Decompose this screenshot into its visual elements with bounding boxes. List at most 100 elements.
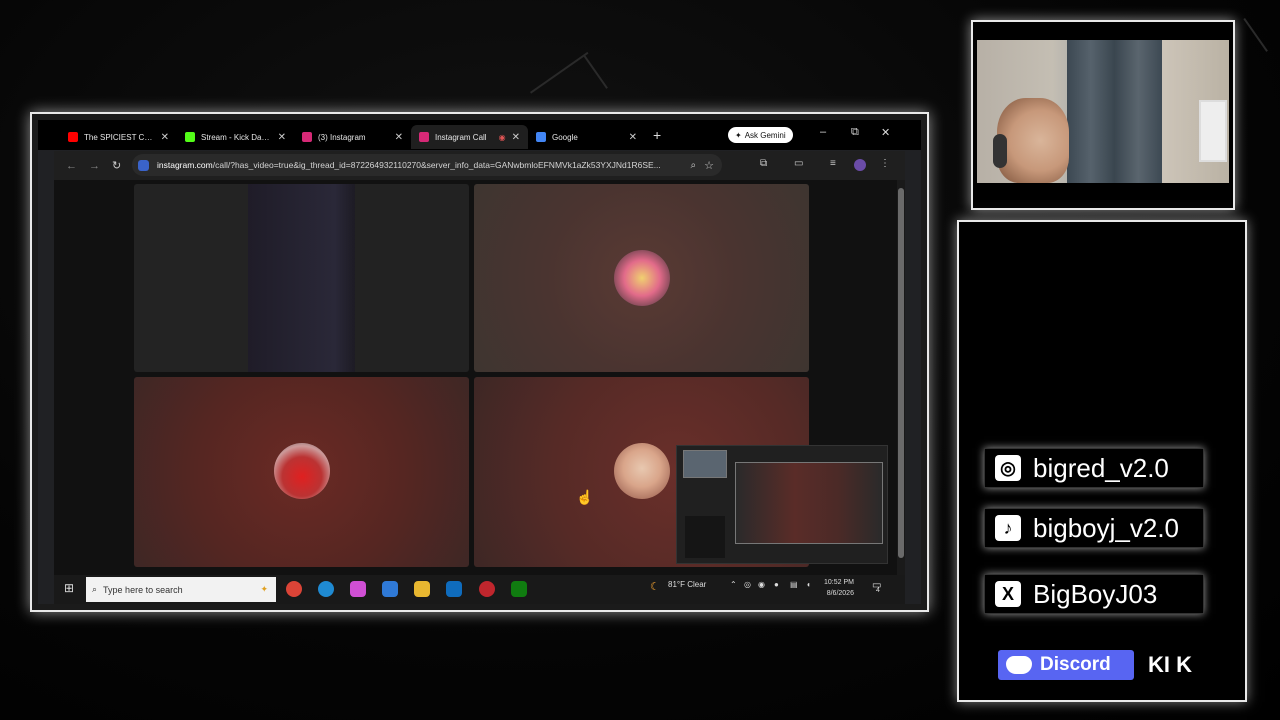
- copilot-icon[interactable]: [350, 581, 366, 597]
- microphone-icon[interactable]: ●: [774, 580, 779, 589]
- zoom-icon[interactable]: ⌕: [691, 160, 697, 171]
- headset: [993, 134, 1007, 168]
- url-text: instagram.com/call/?has_video=true&ig_th…: [157, 160, 683, 170]
- instagram-icon: [302, 132, 312, 142]
- profile-avatar[interactable]: [854, 159, 866, 171]
- tab-title: Instagram Call: [435, 132, 487, 142]
- mouse-cursor-icon: ☝: [576, 489, 594, 505]
- instagram-icon: [419, 132, 429, 142]
- weather-text[interactable]: 81°F Clear: [668, 580, 706, 589]
- kick-logo: KI K: [1148, 652, 1192, 677]
- restore-button[interactable]: ⧉: [851, 126, 859, 139]
- bookmark-star-icon[interactable]: ☆: [704, 159, 714, 172]
- ask-gemini-button[interactable]: ✦ Ask Gemini: [728, 127, 793, 143]
- edge-icon[interactable]: [318, 581, 334, 597]
- wall-frame: [1199, 100, 1227, 162]
- tab-title: (3) Instagram: [318, 132, 366, 142]
- close-tab-icon[interactable]: ✕: [512, 132, 520, 143]
- xbox-icon[interactable]: [511, 581, 527, 597]
- clock[interactable]: 10:52 PM 8/6/2026: [824, 577, 854, 599]
- tab-title: Stream - Kick Dashbo: [201, 132, 272, 142]
- tray-app-icon[interactable]: ◉: [758, 580, 765, 589]
- network-icon[interactable]: ▤: [790, 580, 798, 589]
- new-tab-button[interactable]: +: [653, 127, 661, 143]
- extensions-icon[interactable]: ⧉: [760, 158, 767, 169]
- windows-start-icon[interactable]: ⊞: [64, 581, 74, 595]
- recording-icon: ◉: [498, 132, 506, 142]
- browser-tab[interactable]: Stream - Kick Dashbo ✕: [177, 125, 294, 149]
- obs-icon[interactable]: [479, 581, 495, 597]
- tiktok-icon: ♪: [995, 515, 1021, 541]
- scrollbar-thumb[interactable]: [898, 188, 904, 558]
- streamer-head: [997, 98, 1069, 183]
- preview-list: [685, 516, 725, 558]
- close-tab-icon[interactable]: ✕: [629, 132, 637, 143]
- close-tab-icon[interactable]: ✕: [395, 132, 403, 143]
- google-icon: [536, 132, 546, 142]
- site-info-icon[interactable]: [138, 159, 149, 171]
- close-tab-icon[interactable]: ✕: [161, 132, 169, 143]
- x-handle: BigBoyJ03: [1033, 578, 1158, 609]
- background-line: [1243, 18, 1268, 52]
- tab-title: Google: [552, 132, 578, 142]
- tab-search-icon[interactable]: ≡: [830, 158, 836, 169]
- background-line: [530, 51, 589, 94]
- curtain: [1067, 40, 1162, 183]
- tiktok-handle-card: ♪ bigboyj_v2.0: [984, 508, 1204, 548]
- browser-tab[interactable]: Instagram Call ◉ ✕: [411, 125, 528, 149]
- preview-thumbnail[interactable]: [683, 450, 727, 478]
- cast-icon[interactable]: ▭: [794, 158, 803, 169]
- discord-label: Discord: [1040, 654, 1111, 675]
- menu-kebab-icon[interactable]: ⋮: [880, 158, 890, 169]
- volume-icon[interactable]: ◖: [806, 580, 811, 589]
- minimize-button[interactable]: –: [820, 126, 826, 138]
- clock-time: 10:52 PM: [824, 579, 854, 586]
- ask-gemini-label: Ask Gemini: [744, 130, 786, 140]
- participant-video-tile[interactable]: [134, 184, 469, 372]
- back-icon[interactable]: ←: [66, 160, 77, 172]
- url-path: /call/?has_video=true&ig_thread_id=87226…: [212, 160, 661, 170]
- tiktok-handle: bigboyj_v2.0: [1033, 512, 1179, 543]
- copilot-sparkle-icon[interactable]: ✦: [260, 584, 268, 595]
- discord-icon: [1006, 656, 1032, 674]
- file-explorer-icon[interactable]: [414, 581, 430, 597]
- instagram-handle-card: ◎ bigred_v2.0: [984, 448, 1204, 488]
- forward-icon[interactable]: →: [89, 160, 100, 172]
- close-tab-icon[interactable]: ✕: [278, 132, 286, 143]
- youtube-icon: [68, 132, 78, 142]
- mail-icon[interactable]: [382, 581, 398, 597]
- participant-tile[interactable]: [474, 184, 809, 372]
- moon-weather-icon: ☾: [650, 581, 660, 593]
- participant-avatar: [274, 443, 330, 499]
- close-window-button[interactable]: ✕: [881, 126, 890, 139]
- clock-date: 8/6/2026: [826, 590, 854, 597]
- tray-overflow-icon[interactable]: ⌃: [730, 580, 737, 589]
- participant-avatar: [614, 250, 670, 306]
- browser-tab[interactable]: Google ✕: [528, 125, 645, 149]
- taskbar-search-input[interactable]: ⌕ Type here to search ✦: [86, 577, 276, 602]
- search-icon: ⌕: [92, 584, 98, 594]
- window-preview-popup[interactable]: [676, 445, 888, 564]
- tray-app-icon[interactable]: ◎: [744, 580, 751, 589]
- webcam-frame: [971, 20, 1235, 210]
- reload-icon[interactable]: ↻: [112, 159, 121, 172]
- store-icon[interactable]: [446, 581, 462, 597]
- participant-tile[interactable]: [134, 377, 469, 567]
- kick-icon: [185, 132, 195, 142]
- instagram-icon: ◎: [995, 455, 1021, 481]
- browser-tab[interactable]: (3) Instagram ✕: [294, 125, 411, 149]
- instagram-handle: bigred_v2.0: [1033, 452, 1169, 483]
- participant-avatar: [614, 443, 670, 499]
- discord-badge: Discord: [998, 650, 1134, 680]
- url-input[interactable]: instagram.com/call/?has_video=true&ig_th…: [132, 154, 722, 176]
- chrome-icon[interactable]: [286, 581, 302, 597]
- background-line: [583, 55, 608, 89]
- search-placeholder: Type here to search: [103, 584, 183, 595]
- instagram-call-page: ☝: [54, 180, 905, 575]
- preview-screen[interactable]: [735, 462, 883, 544]
- notification-count: 4: [876, 587, 880, 594]
- tab-bar: The SPICIEST Chicken✕Stream - Kick Dashb…: [38, 120, 921, 150]
- page-scrollbar[interactable]: [897, 180, 905, 575]
- address-bar-row: ← → ↻ instagram.com/call/?has_video=true…: [54, 151, 905, 180]
- browser-tab[interactable]: The SPICIEST Chicken ✕: [60, 125, 177, 149]
